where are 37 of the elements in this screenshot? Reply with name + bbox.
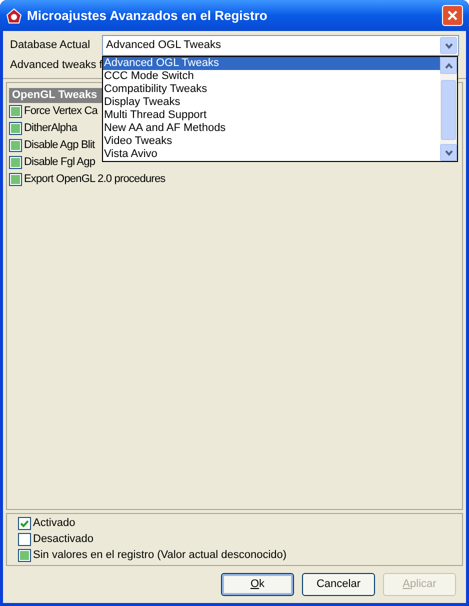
option-label: Force Vertex Ca bbox=[24, 104, 98, 120]
scroll-down-button[interactable] bbox=[440, 144, 457, 161]
legend-label: Desactivado bbox=[33, 532, 94, 548]
chevron-up-icon bbox=[444, 62, 452, 68]
dropdown-option[interactable]: New AA and AF Methods bbox=[103, 122, 440, 135]
option-label: Disable Fgl Agp bbox=[24, 155, 96, 170]
window-title: Microajustes Avanzados en el Registro bbox=[27, 6, 268, 25]
close-icon bbox=[447, 10, 458, 21]
dropdown-option[interactable]: Video Tweaks bbox=[103, 135, 440, 148]
dropdown-option[interactable]: Advanced OGL Tweaks bbox=[103, 57, 440, 70]
legend-label: Activado bbox=[33, 516, 76, 532]
description-text: Advanced tweaks f bbox=[10, 58, 102, 74]
field-label: Database Actual bbox=[10, 38, 92, 54]
dropdown-option[interactable]: CCC Mode Switch bbox=[103, 70, 440, 83]
option-label: DitherAlpha bbox=[24, 121, 78, 136]
scroll-thumb[interactable] bbox=[441, 80, 456, 140]
chevron-down-icon bbox=[444, 150, 452, 156]
group-header: OpenGL Tweaks bbox=[9, 88, 105, 103]
scroll-up-button[interactable] bbox=[440, 57, 457, 74]
close-button[interactable] bbox=[442, 5, 463, 26]
app-icon bbox=[6, 8, 22, 24]
checkbox[interactable] bbox=[18, 517, 31, 530]
checkmark-icon bbox=[20, 519, 29, 528]
scrollbar[interactable] bbox=[440, 57, 457, 161]
legend-label: Sin valores en el registro (Valor actual desconocido) bbox=[33, 548, 287, 564]
dropdown-option[interactable]: Compatibility Tweaks bbox=[103, 83, 440, 96]
dropdown-button[interactable] bbox=[440, 37, 457, 54]
option-label: Export OpenGL 2.0 procedures bbox=[24, 172, 166, 188]
option-label: Disable Agp Blit bbox=[24, 138, 95, 154]
dialog-button[interactable]: Cancelar bbox=[302, 573, 375, 596]
dialog-button[interactable]: Ok bbox=[221, 573, 294, 596]
dropdown-option[interactable]: Display Tweaks bbox=[103, 96, 440, 109]
dropdown-field[interactable]: Advanced OGL Tweaks bbox=[102, 35, 459, 56]
dropdown-option[interactable]: Vista Avivo bbox=[103, 148, 440, 161]
checkbox[interactable] bbox=[18, 533, 31, 546]
chevron-down-icon bbox=[444, 42, 452, 48]
dropdown-option[interactable]: Multi Thread Support bbox=[103, 109, 440, 122]
